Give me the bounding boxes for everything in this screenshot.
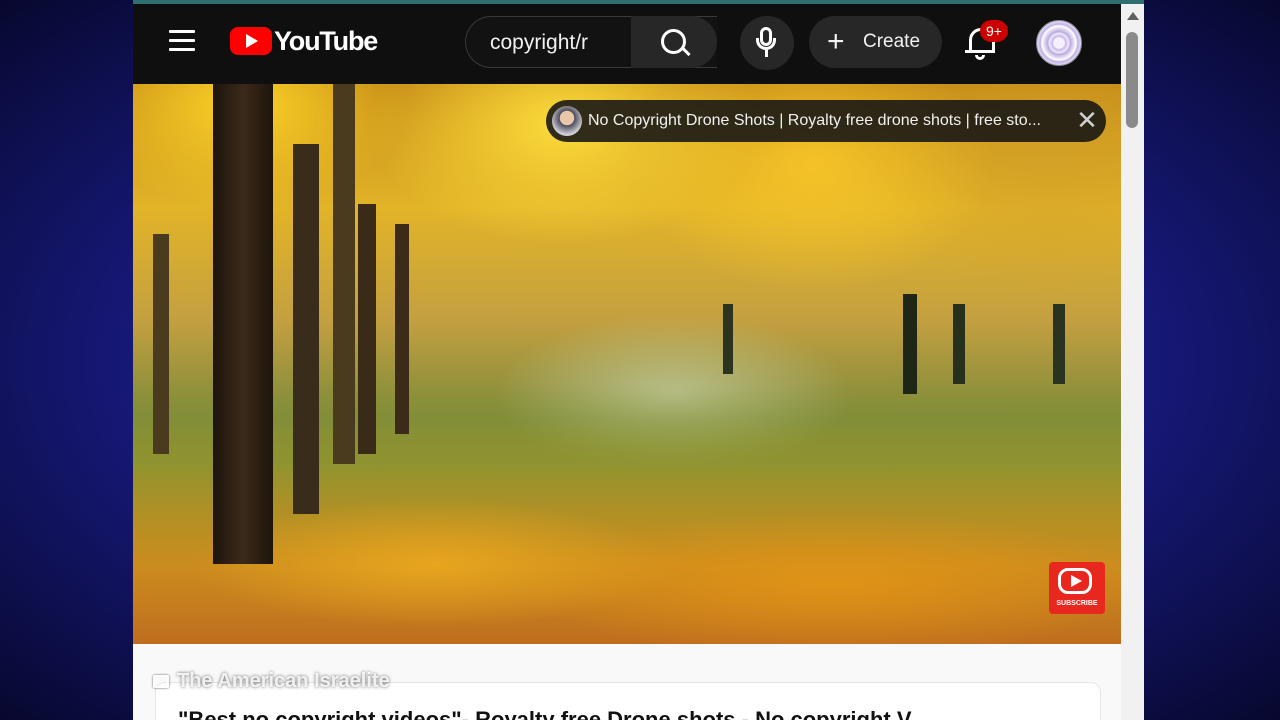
logo-text: YouTube — [274, 25, 378, 56]
create-button[interactable]: + Create — [809, 16, 942, 68]
browser-window: YouTube copyright/r + Create 9+ No Copyr… — [133, 0, 1144, 720]
notification-count-badge: 9+ — [980, 20, 1008, 42]
subscribe-text: SUBSCRIBE — [1056, 600, 1098, 607]
page-scrollbar[interactable] — [1121, 4, 1144, 720]
video-info-area: "Best no copyright videos"- Royalty free… — [133, 644, 1121, 720]
youtube-logo[interactable]: YouTube — [230, 24, 378, 58]
account-avatar[interactable] — [1036, 20, 1082, 66]
video-frame-ground — [133, 384, 1121, 644]
video-title[interactable]: "Best no copyright videos"- Royalty free… — [178, 707, 1078, 720]
video-player[interactable]: No Copyright Drone Shots | Royalty free … — [133, 84, 1121, 644]
youtube-play-icon — [230, 27, 272, 55]
close-icon[interactable]: ✕ — [1074, 107, 1100, 133]
voice-search-button[interactable] — [740, 16, 794, 70]
top-bar: YouTube copyright/r + Create 9+ — [133, 4, 1121, 84]
scroll-up-arrow-icon[interactable] — [1127, 12, 1139, 20]
plus-icon: + — [827, 25, 845, 58]
scroll-thumb[interactable] — [1126, 32, 1138, 128]
video-notification-toast[interactable]: No Copyright Drone Shots | Royalty free … — [546, 100, 1106, 142]
hamburger-menu-icon[interactable] — [169, 30, 195, 52]
subscribe-watermark-button[interactable]: SUBSCRIBE — [1049, 562, 1105, 614]
create-label: Create — [863, 31, 921, 52]
channel-watermark: The American Israelite — [153, 670, 390, 693]
channel-avatar — [552, 106, 582, 136]
monitor-icon — [153, 675, 169, 688]
notification-text: No Copyright Drone Shots | Royalty free … — [588, 112, 1041, 129]
search-button[interactable] — [631, 16, 717, 68]
watermark-text: The American Israelite — [177, 670, 390, 692]
